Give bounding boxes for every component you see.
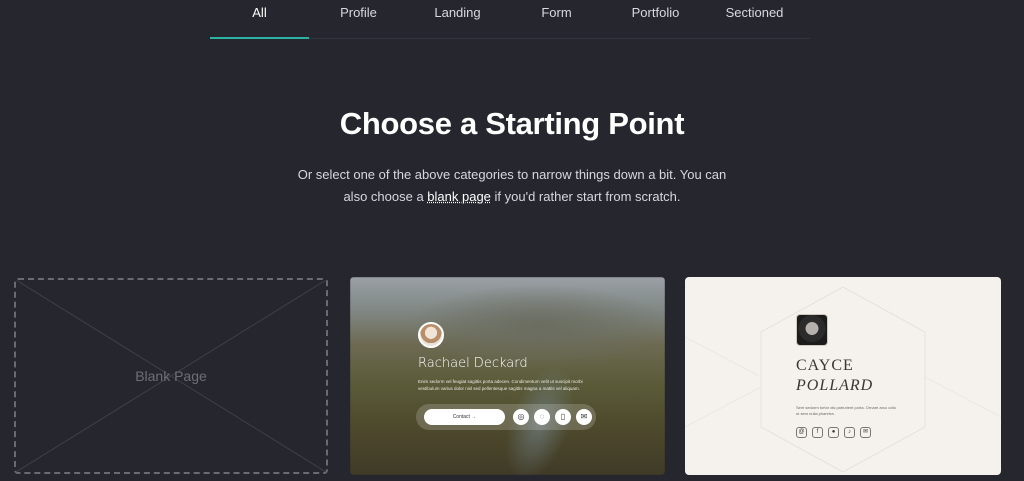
category-tabs: All Profile Landing Form Portfolio Secti…	[210, 0, 810, 39]
profile-bio: Sem sedorm tortor dis parturient porta. …	[796, 405, 896, 416]
hero-section: Choose a Starting Point Or select one of…	[0, 106, 1024, 208]
profile-first-name: CAYCE	[796, 357, 854, 374]
profile-template-card[interactable]	[350, 277, 665, 475]
hexagon-pattern	[685, 286, 1001, 473]
blank-page-link[interactable]: blank page	[427, 189, 491, 204]
profile-name: Rachael Deckard	[418, 356, 528, 371]
tab-portfolio[interactable]: Portfolio	[606, 0, 705, 38]
profile-bio: Enim sedorm vel feugiat sagittis porta a…	[418, 379, 583, 391]
page-title: Choose a Starting Point	[339, 106, 685, 141]
tab-profile[interactable]: Profile	[309, 0, 408, 38]
contact-button[interactable]: Contact →	[424, 409, 505, 425]
blank-page-label: Blank Page	[135, 368, 207, 384]
tab-landing[interactable]: Landing	[408, 0, 507, 38]
threads-icon[interactable]: @	[796, 427, 807, 438]
facebook-icon[interactable]: f	[812, 427, 823, 438]
tab-all[interactable]: All	[210, 0, 309, 39]
subtitle-text-after: if you'd rather start from scratch.	[490, 189, 681, 204]
tab-sectioned[interactable]: Sectioned	[705, 0, 804, 38]
avatar	[796, 314, 828, 346]
cayce-template-card[interactable]	[685, 277, 1001, 475]
github-icon[interactable]: ●	[828, 427, 839, 438]
chat-icon[interactable]: ◌	[534, 409, 550, 425]
instagram-icon[interactable]: ◎	[513, 409, 529, 425]
phone-icon[interactable]: ▯	[555, 409, 571, 425]
contact-button-label: Contact	[452, 414, 470, 420]
mail-icon[interactable]: ✉	[860, 427, 871, 438]
blank-page-card[interactable]: Blank Page	[14, 278, 328, 474]
tiktok-icon[interactable]: ♪	[844, 427, 855, 438]
page-subtitle: Or select one of the above categories to…	[292, 164, 732, 208]
avatar	[418, 322, 444, 348]
profile-last-name: POLLARD	[796, 377, 874, 394]
tab-form[interactable]: Form	[507, 0, 606, 38]
mail-icon[interactable]: ✉	[576, 409, 592, 425]
